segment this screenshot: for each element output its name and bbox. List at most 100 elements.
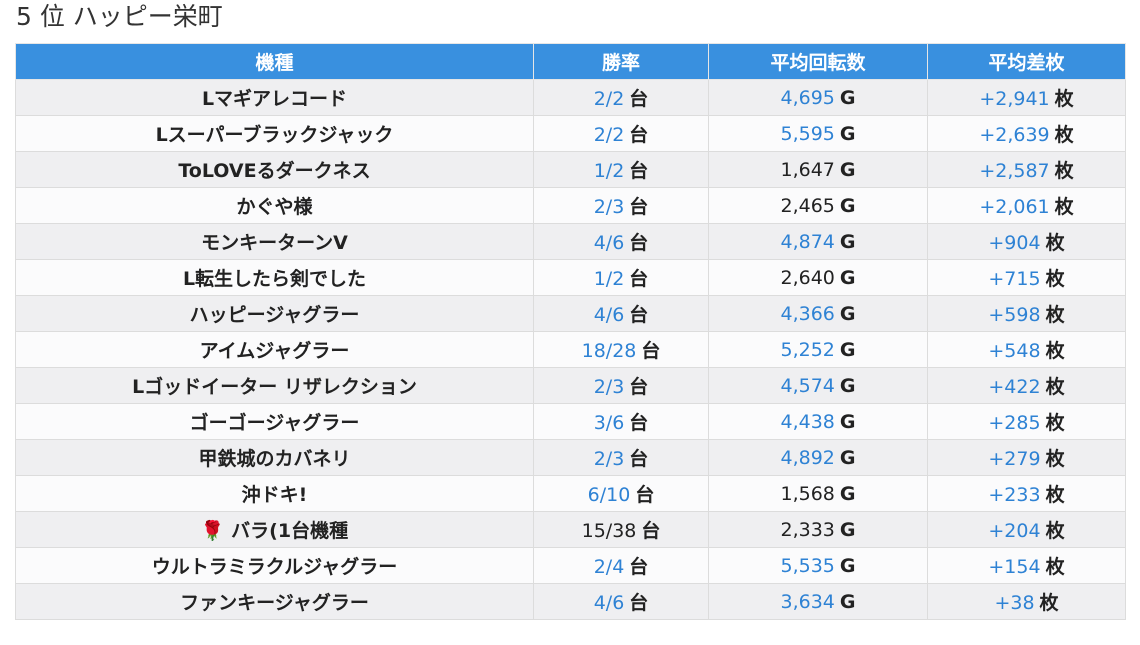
avg-spins-cell: 4,874 G [708, 223, 928, 260]
win-rate-cell: 2/2 台 [533, 115, 709, 152]
table-row: アイムジャグラー 18/28 台 5,252 G +548 枚 [15, 331, 1126, 368]
win-rate-value: 2/3 [593, 196, 625, 218]
avg-spins-value: 5,595 [780, 122, 835, 145]
win-rate-unit: 台 [629, 412, 649, 434]
win-rate-unit: 台 [629, 232, 649, 254]
table-row: モンキーターンV 4/6 台 4,874 G +904 枚 [15, 223, 1126, 260]
win-rate-value: 4/6 [593, 232, 625, 254]
avg-spins-unit: G [839, 482, 856, 505]
avg-diff-value: +285 [988, 412, 1041, 434]
avg-spins-unit: G [839, 554, 856, 577]
win-rate-value: 2/2 [593, 88, 625, 110]
win-rate-unit: 台 [629, 160, 649, 182]
column-header-win-rate: 勝率 [533, 43, 709, 80]
avg-spins-unit: G [839, 194, 856, 217]
win-rate-unit: 台 [635, 484, 655, 506]
win-rate-cell: 6/10 台 [533, 475, 709, 512]
avg-diff-unit: 枚 [1054, 160, 1074, 182]
avg-diff-value: +2,941 [979, 88, 1050, 110]
win-rate-value: 2/4 [593, 556, 625, 578]
avg-spins-value: 4,892 [780, 446, 835, 469]
win-rate-value: 2/3 [593, 376, 625, 398]
avg-spins-value: 1,568 [780, 482, 835, 505]
win-rate-value: 4/6 [593, 304, 625, 326]
machine-name-cell: Lスーパーブラックジャック [15, 115, 534, 152]
win-rate-cell: 3/6 台 [533, 403, 709, 440]
machine-name-cell: 沖ドキ! [15, 475, 534, 512]
win-rate-cell: 4/6 台 [533, 295, 709, 332]
avg-spins-unit: G [839, 86, 856, 109]
avg-diff-cell: +2,639 枚 [927, 115, 1126, 152]
avg-diff-unit: 枚 [1054, 124, 1074, 146]
avg-diff-value: +2,061 [979, 196, 1050, 218]
win-rate-value: 4/6 [593, 592, 625, 614]
machine-name-cell: モンキーターンV [15, 223, 534, 260]
avg-diff-unit: 枚 [1045, 484, 1065, 506]
page-title: 5 位 ハッピー栄町 [16, 2, 223, 31]
avg-spins-value: 2,333 [780, 518, 835, 541]
avg-diff-unit: 枚 [1045, 268, 1065, 290]
win-rate-value: 6/10 [587, 484, 631, 506]
table-row: Lゴッドイーター リザレクション 2/3 台 4,574 G +422 枚 [15, 367, 1126, 404]
avg-diff-unit: 枚 [1045, 412, 1065, 434]
win-rate-cell: 2/2 台 [533, 79, 709, 116]
avg-diff-unit: 枚 [1039, 592, 1059, 614]
avg-spins-cell: 5,252 G [708, 331, 928, 368]
table-row: Lマギアレコード 2/2 台 4,695 G +2,941 枚 [15, 79, 1126, 116]
avg-spins-unit: G [839, 266, 856, 289]
win-rate-cell: 2/3 台 [533, 187, 709, 224]
avg-spins-unit: G [839, 518, 856, 541]
win-rate-unit: 台 [629, 268, 649, 290]
avg-spins-value: 2,640 [780, 266, 835, 289]
win-rate-value: 15/38 [581, 520, 637, 542]
table-row: ファンキージャグラー 4/6 台 3,634 G +38 枚 [15, 583, 1126, 620]
avg-spins-cell: 4,438 G [708, 403, 928, 440]
machine-name-cell: アイムジャグラー [15, 331, 534, 368]
avg-spins-cell: 4,574 G [708, 367, 928, 404]
avg-diff-cell: +279 枚 [927, 439, 1126, 476]
avg-spins-cell: 2,640 G [708, 259, 928, 296]
avg-spins-unit: G [839, 230, 856, 253]
avg-diff-unit: 枚 [1045, 340, 1065, 362]
win-rate-value: 2/2 [593, 124, 625, 146]
win-rate-cell: 15/38 台 [533, 511, 709, 548]
machine-name-cell: ファンキージャグラー [15, 583, 534, 620]
table-row: 沖ドキ! 6/10 台 1,568 G +233 枚 [15, 475, 1126, 512]
avg-diff-value: +598 [988, 304, 1041, 326]
win-rate-value: 2/3 [593, 448, 625, 470]
column-header-avg-spins: 平均回転数 [708, 43, 928, 80]
machine-name-cell: L転生したら剣でした [15, 259, 534, 296]
win-rate-unit: 台 [629, 196, 649, 218]
win-rate-value: 18/28 [581, 340, 637, 362]
avg-diff-unit: 枚 [1045, 448, 1065, 470]
avg-spins-value: 4,874 [780, 230, 835, 253]
machine-name-cell: ハッピージャグラー [15, 295, 534, 332]
avg-diff-value: +2,587 [979, 160, 1050, 182]
avg-spins-value: 4,695 [780, 86, 835, 109]
avg-spins-cell: 2,465 G [708, 187, 928, 224]
avg-spins-cell: 3,634 G [708, 583, 928, 620]
machine-name-cell: Lゴッドイーター リザレクション [15, 367, 534, 404]
avg-spins-value: 4,574 [780, 374, 835, 397]
avg-diff-cell: +154 枚 [927, 547, 1126, 584]
win-rate-unit: 台 [629, 304, 649, 326]
avg-spins-value: 5,252 [780, 338, 835, 361]
avg-diff-value: +715 [988, 268, 1041, 290]
table-row: ウルトラミラクルジャグラー 2/4 台 5,535 G +154 枚 [15, 547, 1126, 584]
avg-diff-cell: +715 枚 [927, 259, 1126, 296]
win-rate-value: 1/2 [593, 268, 625, 290]
table-row: かぐや様 2/3 台 2,465 G +2,061 枚 [15, 187, 1126, 224]
avg-diff-value: +422 [988, 376, 1041, 398]
avg-spins-value: 2,465 [780, 194, 835, 217]
avg-diff-value: +233 [988, 484, 1041, 506]
avg-spins-cell: 5,595 G [708, 115, 928, 152]
avg-diff-unit: 枚 [1054, 196, 1074, 218]
avg-diff-cell: +598 枚 [927, 295, 1126, 332]
avg-spins-unit: G [839, 446, 856, 469]
win-rate-cell: 4/6 台 [533, 583, 709, 620]
table-row: L転生したら剣でした 1/2 台 2,640 G +715 枚 [15, 259, 1126, 296]
avg-diff-value: +204 [988, 520, 1041, 542]
avg-diff-cell: +2,941 枚 [927, 79, 1126, 116]
machine-name-cell: ウルトラミラクルジャグラー [15, 547, 534, 584]
machine-name-cell: かぐや様 [15, 187, 534, 224]
